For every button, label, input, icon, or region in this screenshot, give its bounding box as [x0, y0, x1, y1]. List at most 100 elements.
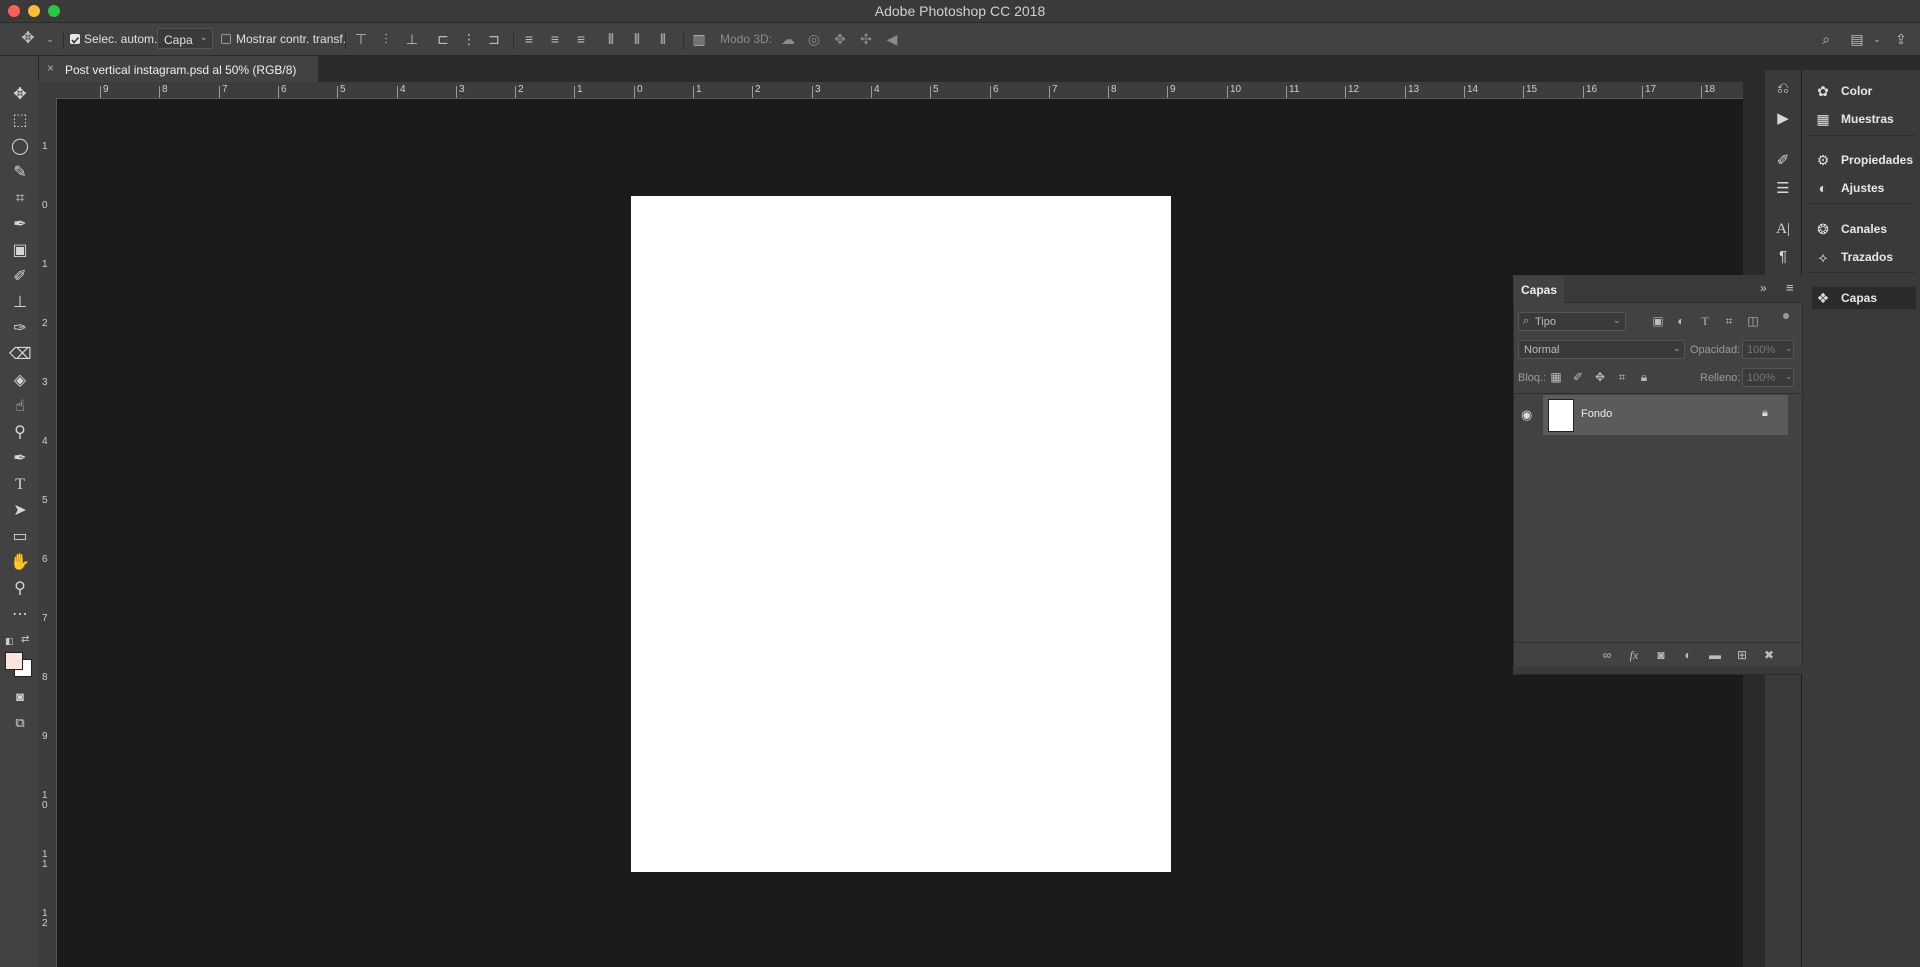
marquee-tool-icon[interactable]: ⬚ — [9, 111, 31, 131]
foreground-color-swatch[interactable] — [5, 652, 23, 670]
filter-shape-icon[interactable]: ⌗ — [1721, 313, 1737, 329]
frame-tool-icon[interactable]: ▣ — [9, 241, 31, 261]
panel-item-0[interactable]: ✿ Color — [1812, 80, 1916, 102]
lock-artboard-icon[interactable]: ⌗ — [1614, 369, 1630, 385]
distribute-vcenter-icon[interactable]: ≡ — [547, 31, 563, 47]
layer-filter-dropdown[interactable]: ⌕ Tipo ⌄ — [1518, 312, 1626, 331]
close-tab-icon[interactable]: × — [47, 61, 54, 75]
zoom-tool-icon[interactable]: ⚲ — [9, 579, 31, 599]
lock-pixels-icon[interactable]: ✐ — [1570, 369, 1586, 385]
ruler-label: 5 — [42, 495, 48, 506]
distribute-top-icon[interactable]: ≡ — [521, 31, 537, 47]
opacity-field[interactable]: 100% ⌄ — [1742, 340, 1794, 359]
type-tool-icon[interactable]: T — [9, 475, 31, 495]
eraser-tool-icon[interactable]: ⌫ — [9, 345, 32, 365]
dodge-tool-icon[interactable]: ⚲ — [9, 423, 31, 443]
move-arrows-icon[interactable]: ✥ — [20, 31, 36, 47]
layers-panel-resize-bar[interactable] — [1513, 666, 1803, 674]
brush-tool-icon[interactable]: ✐ — [9, 267, 31, 287]
add-mask-icon[interactable]: ◙ — [1653, 647, 1669, 663]
filter-toggle-icon[interactable] — [1783, 313, 1789, 319]
new-layer-icon[interactable]: ⊞ — [1734, 647, 1750, 663]
blend-mode-dropdown[interactable]: Normal ⌄ — [1518, 340, 1685, 359]
share-icon[interactable]: ⇪ — [1893, 31, 1909, 47]
filter-type-icon[interactable]: T — [1697, 313, 1713, 329]
align-right-icon[interactable]: ⊐ — [486, 31, 502, 47]
orbit-3d-icon[interactable]: ☁ — [780, 31, 796, 47]
align-vcenter-icon[interactable]: ⫶ — [378, 31, 394, 47]
document-canvas[interactable] — [631, 196, 1171, 872]
more-tools-icon[interactable]: ⋯ — [9, 605, 31, 625]
distribute-hcenter-icon[interactable]: ⦀ — [629, 31, 645, 47]
brush-settings-icon[interactable]: ✐ — [1773, 152, 1793, 170]
character-icon[interactable]: A| — [1773, 220, 1793, 238]
distribute-right-icon[interactable]: ⦀ — [655, 31, 671, 47]
workspace-icon[interactable]: ▤ — [1849, 31, 1865, 47]
chevron-down-icon[interactable]: ⌄ — [1869, 31, 1885, 47]
rectangle-tool-icon[interactable]: ▭ — [9, 527, 31, 547]
lock-position-icon[interactable]: ✥ — [1592, 369, 1608, 385]
scale-3d-icon[interactable]: ◀ — [884, 31, 900, 47]
auto-align-icon[interactable]: ▥ — [691, 31, 707, 47]
paint-bucket-tool-icon[interactable]: ◈ — [9, 371, 31, 391]
collapse-panel-icon[interactable]: » — [1760, 281, 1767, 295]
brush-presets-icon[interactable]: ☰ — [1773, 180, 1793, 198]
panel-item-2[interactable]: ⚙ Propiedades — [1812, 149, 1916, 171]
eyedropper-tool-icon[interactable]: ✒ — [9, 215, 31, 235]
delete-layer-trash-icon[interactable]: ✖ — [1761, 647, 1777, 663]
align-top-icon[interactable]: ⊤ — [353, 31, 369, 47]
panel-item-4[interactable]: ❂ Canales — [1812, 218, 1916, 240]
distribute-left-icon[interactable]: ⦀ — [603, 31, 619, 47]
new-adjustment-layer-icon[interactable]: ◐ — [1680, 647, 1696, 663]
lasso-tool-icon[interactable]: ◯ — [9, 137, 31, 157]
quick-select-tool-icon[interactable]: ✎ — [9, 163, 31, 183]
layer-row[interactable]: Fondo 🔒︎ — [1543, 395, 1788, 435]
screen-mode-icon[interactable]: ⧉ — [9, 713, 31, 733]
panel-item-1[interactable]: ▦ Muestras — [1812, 108, 1916, 130]
lock-all-icon[interactable]: 🔒︎ — [1636, 369, 1652, 385]
distribute-bottom-icon[interactable]: ≡ — [573, 31, 589, 47]
filter-smart-object-icon[interactable]: ◫ — [1745, 313, 1761, 329]
smudge-tool-icon[interactable]: ☝ — [9, 397, 31, 417]
ruler-label: 3 — [42, 377, 48, 388]
pen-tool-icon[interactable]: ✒ — [9, 449, 31, 469]
history-icon[interactable]: ⎌ — [1773, 80, 1793, 98]
search-icon[interactable]: ⌕ — [1818, 31, 1834, 47]
align-bottom-icon[interactable]: ⊥ — [404, 31, 420, 47]
path-select-tool-icon[interactable]: ➤ — [9, 501, 31, 521]
move-tool-icon[interactable]: ✥ — [9, 85, 31, 105]
stamp-tool-icon[interactable]: ⊥ — [9, 293, 31, 313]
swap-colors-icon[interactable]: ⇄ — [21, 634, 29, 645]
fill-field[interactable]: 100% ⌄ — [1742, 368, 1794, 387]
crop-tool-icon[interactable]: ⌗ — [9, 189, 31, 209]
align-left-icon[interactable]: ⊏ — [435, 31, 451, 47]
filter-adjustment-icon[interactable]: ◐ — [1673, 313, 1689, 329]
default-colors-icon[interactable]: ◧ — [5, 636, 14, 647]
paragraph-icon[interactable]: ¶ — [1773, 248, 1793, 266]
panel-menu-icon[interactable]: ≡ — [1786, 280, 1794, 295]
hand-tool-icon[interactable]: ✋ — [9, 553, 31, 573]
link-layers-icon[interactable]: ∞ — [1599, 647, 1615, 663]
layer-visibility-toggle[interactable]: ◉ — [1514, 395, 1542, 435]
auto-select-target-dropdown[interactable]: Capa ⌄ — [157, 28, 213, 49]
new-group-folder-icon[interactable]: ▬ — [1707, 647, 1723, 663]
layer-style-fx-icon[interactable]: fx — [1626, 647, 1642, 663]
history-brush-tool-icon[interactable]: ✑ — [9, 319, 31, 339]
panel-item-6[interactable]: ❖ Capas — [1812, 287, 1916, 309]
dock-collapse-bar[interactable] — [1765, 56, 1920, 70]
actions-play-icon[interactable]: ▶ — [1773, 110, 1793, 128]
align-hcenter-icon[interactable]: ⋮ — [461, 31, 477, 47]
show-transform-checkbox[interactable] — [221, 34, 231, 44]
panel-item-5[interactable]: ⟡ Trazados — [1812, 246, 1916, 268]
lock-transparency-icon[interactable]: ▦ — [1548, 369, 1564, 385]
chevron-down-icon[interactable]: ⌄ — [42, 31, 58, 47]
quick-mask-icon[interactable]: ◙ — [9, 687, 31, 707]
pan-3d-icon[interactable]: ✥ — [832, 31, 848, 47]
document-tab[interactable]: × Post vertical instagram.psd al 50% (RG… — [38, 56, 318, 82]
layers-panel-tab[interactable]: Capas — [1514, 276, 1564, 303]
roll-3d-icon[interactable]: ◎ — [806, 31, 822, 47]
slide-3d-icon[interactable]: ✣ — [858, 31, 874, 47]
panel-item-3[interactable]: ◐ Ajustes — [1812, 177, 1916, 199]
filter-pixel-icon[interactable]: ▣ — [1650, 313, 1666, 329]
auto-select-checkbox[interactable] — [70, 34, 80, 44]
